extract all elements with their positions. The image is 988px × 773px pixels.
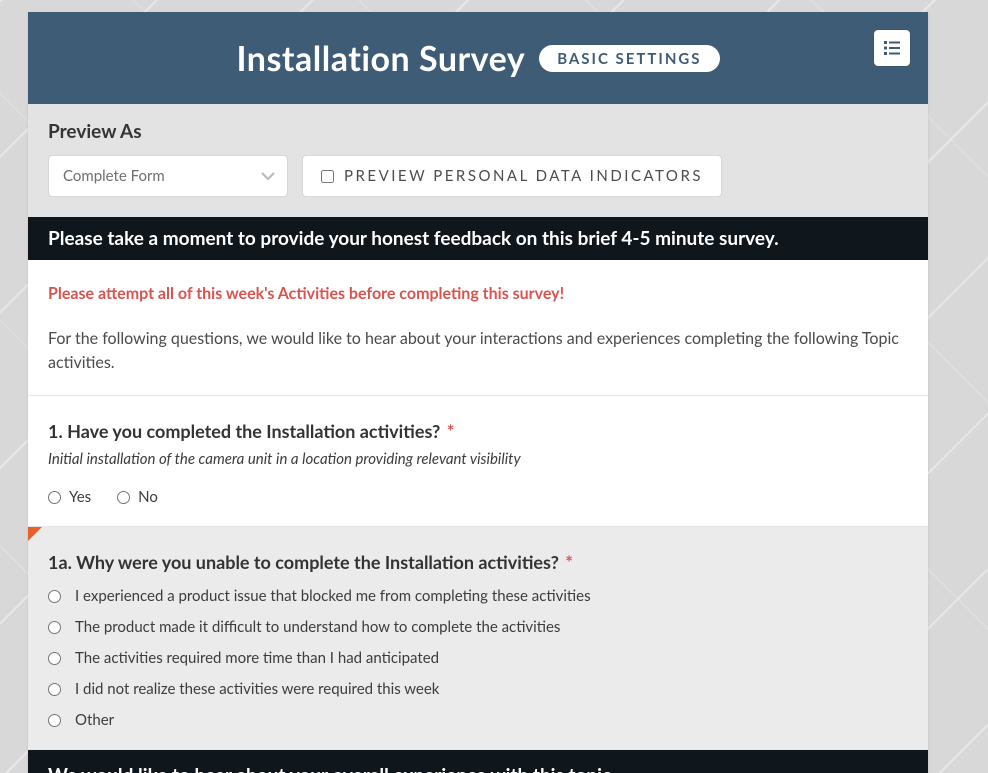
q1a-title: 1a. Why were you unable to complete the … xyxy=(48,551,908,573)
q1a-radio-3[interactable] xyxy=(48,683,61,696)
q1-radio-no[interactable] xyxy=(117,491,130,504)
survey-frame: Installation Survey BASIC SETTINGS Previ… xyxy=(28,12,928,773)
q1-title-text: 1. Have you completed the Installation a… xyxy=(48,420,440,442)
q1a-option-2-label: The activities required more time than I… xyxy=(75,649,439,667)
q1a-option-1-label: The product made it difficult to underst… xyxy=(75,618,560,636)
list-view-button[interactable] xyxy=(874,30,910,66)
q1-option-no-label: No xyxy=(138,488,158,506)
survey-title-group: Installation Survey BASIC SETTINGS xyxy=(236,38,719,79)
closing-banner: We would like to hear about your overall… xyxy=(28,750,928,773)
intro-banner: Please take a moment to provide your hon… xyxy=(28,217,928,260)
closing-banner-text: We would like to hear about your overall… xyxy=(48,764,616,773)
preview-personal-data-checkbox[interactable] xyxy=(321,170,334,183)
q1a-option-4[interactable]: Other xyxy=(48,711,908,729)
q1a-title-text: 1a. Why were you unable to complete the … xyxy=(48,551,559,573)
chevron-down-icon xyxy=(261,167,275,185)
q1a-option-4-label: Other xyxy=(75,711,114,729)
survey-title: Installation Survey xyxy=(236,38,525,79)
preview-as-select[interactable]: Complete Form xyxy=(48,155,288,197)
q1-radio-yes[interactable] xyxy=(48,491,61,504)
q1a-radio-1[interactable] xyxy=(48,621,61,634)
intro-paragraph: For the following questions, we would li… xyxy=(48,327,908,375)
survey-header: Installation Survey BASIC SETTINGS xyxy=(28,12,928,104)
preview-controls-row: Complete Form PREVIEW PERSONAL DATA INDI… xyxy=(48,155,908,197)
q1a-option-2[interactable]: The activities required more time than I… xyxy=(48,649,908,667)
intro-banner-text: Please take a moment to provide your hon… xyxy=(48,227,779,250)
q1-options: Yes No xyxy=(48,488,908,506)
red-notice: Please attempt all of this week's Activi… xyxy=(48,284,908,303)
required-marker: * xyxy=(561,551,573,573)
q1-option-yes-label: Yes xyxy=(69,488,91,506)
conditional-flag-icon xyxy=(28,527,42,541)
preview-as-panel: Preview As Complete Form PREVIEW PERSONA… xyxy=(28,104,928,217)
basic-settings-badge[interactable]: BASIC SETTINGS xyxy=(539,45,719,72)
q1-description: Initial installation of the camera unit … xyxy=(48,450,908,468)
intro-section: Please attempt all of this week's Activi… xyxy=(28,260,928,396)
q1a-radio-4[interactable] xyxy=(48,714,61,727)
preview-personal-data-button[interactable]: PREVIEW PERSONAL DATA INDICATORS xyxy=(302,155,722,197)
q1a-option-1[interactable]: The product made it difficult to underst… xyxy=(48,618,908,636)
question-1: 1. Have you completed the Installation a… xyxy=(28,396,928,527)
q1a-option-3-label: I did not realize these activities were … xyxy=(75,680,439,698)
q1a-radio-2[interactable] xyxy=(48,652,61,665)
question-1a: 1a. Why were you unable to complete the … xyxy=(28,527,928,750)
preview-personal-data-label: PREVIEW PERSONAL DATA INDICATORS xyxy=(344,167,703,185)
q1a-radio-0[interactable] xyxy=(48,590,61,603)
required-marker: * xyxy=(442,420,454,442)
q1-title: 1. Have you completed the Installation a… xyxy=(48,420,908,442)
q1a-option-0[interactable]: I experienced a product issue that block… xyxy=(48,587,908,605)
q1-option-no[interactable]: No xyxy=(117,488,158,506)
preview-as-label: Preview As xyxy=(48,120,908,143)
q1-option-yes[interactable]: Yes xyxy=(48,488,91,506)
q1a-options: I experienced a product issue that block… xyxy=(48,587,908,729)
q1a-option-0-label: I experienced a product issue that block… xyxy=(75,587,591,605)
q1a-option-3[interactable]: I did not realize these activities were … xyxy=(48,680,908,698)
preview-as-select-value: Complete Form xyxy=(63,167,165,185)
list-icon xyxy=(884,41,900,55)
